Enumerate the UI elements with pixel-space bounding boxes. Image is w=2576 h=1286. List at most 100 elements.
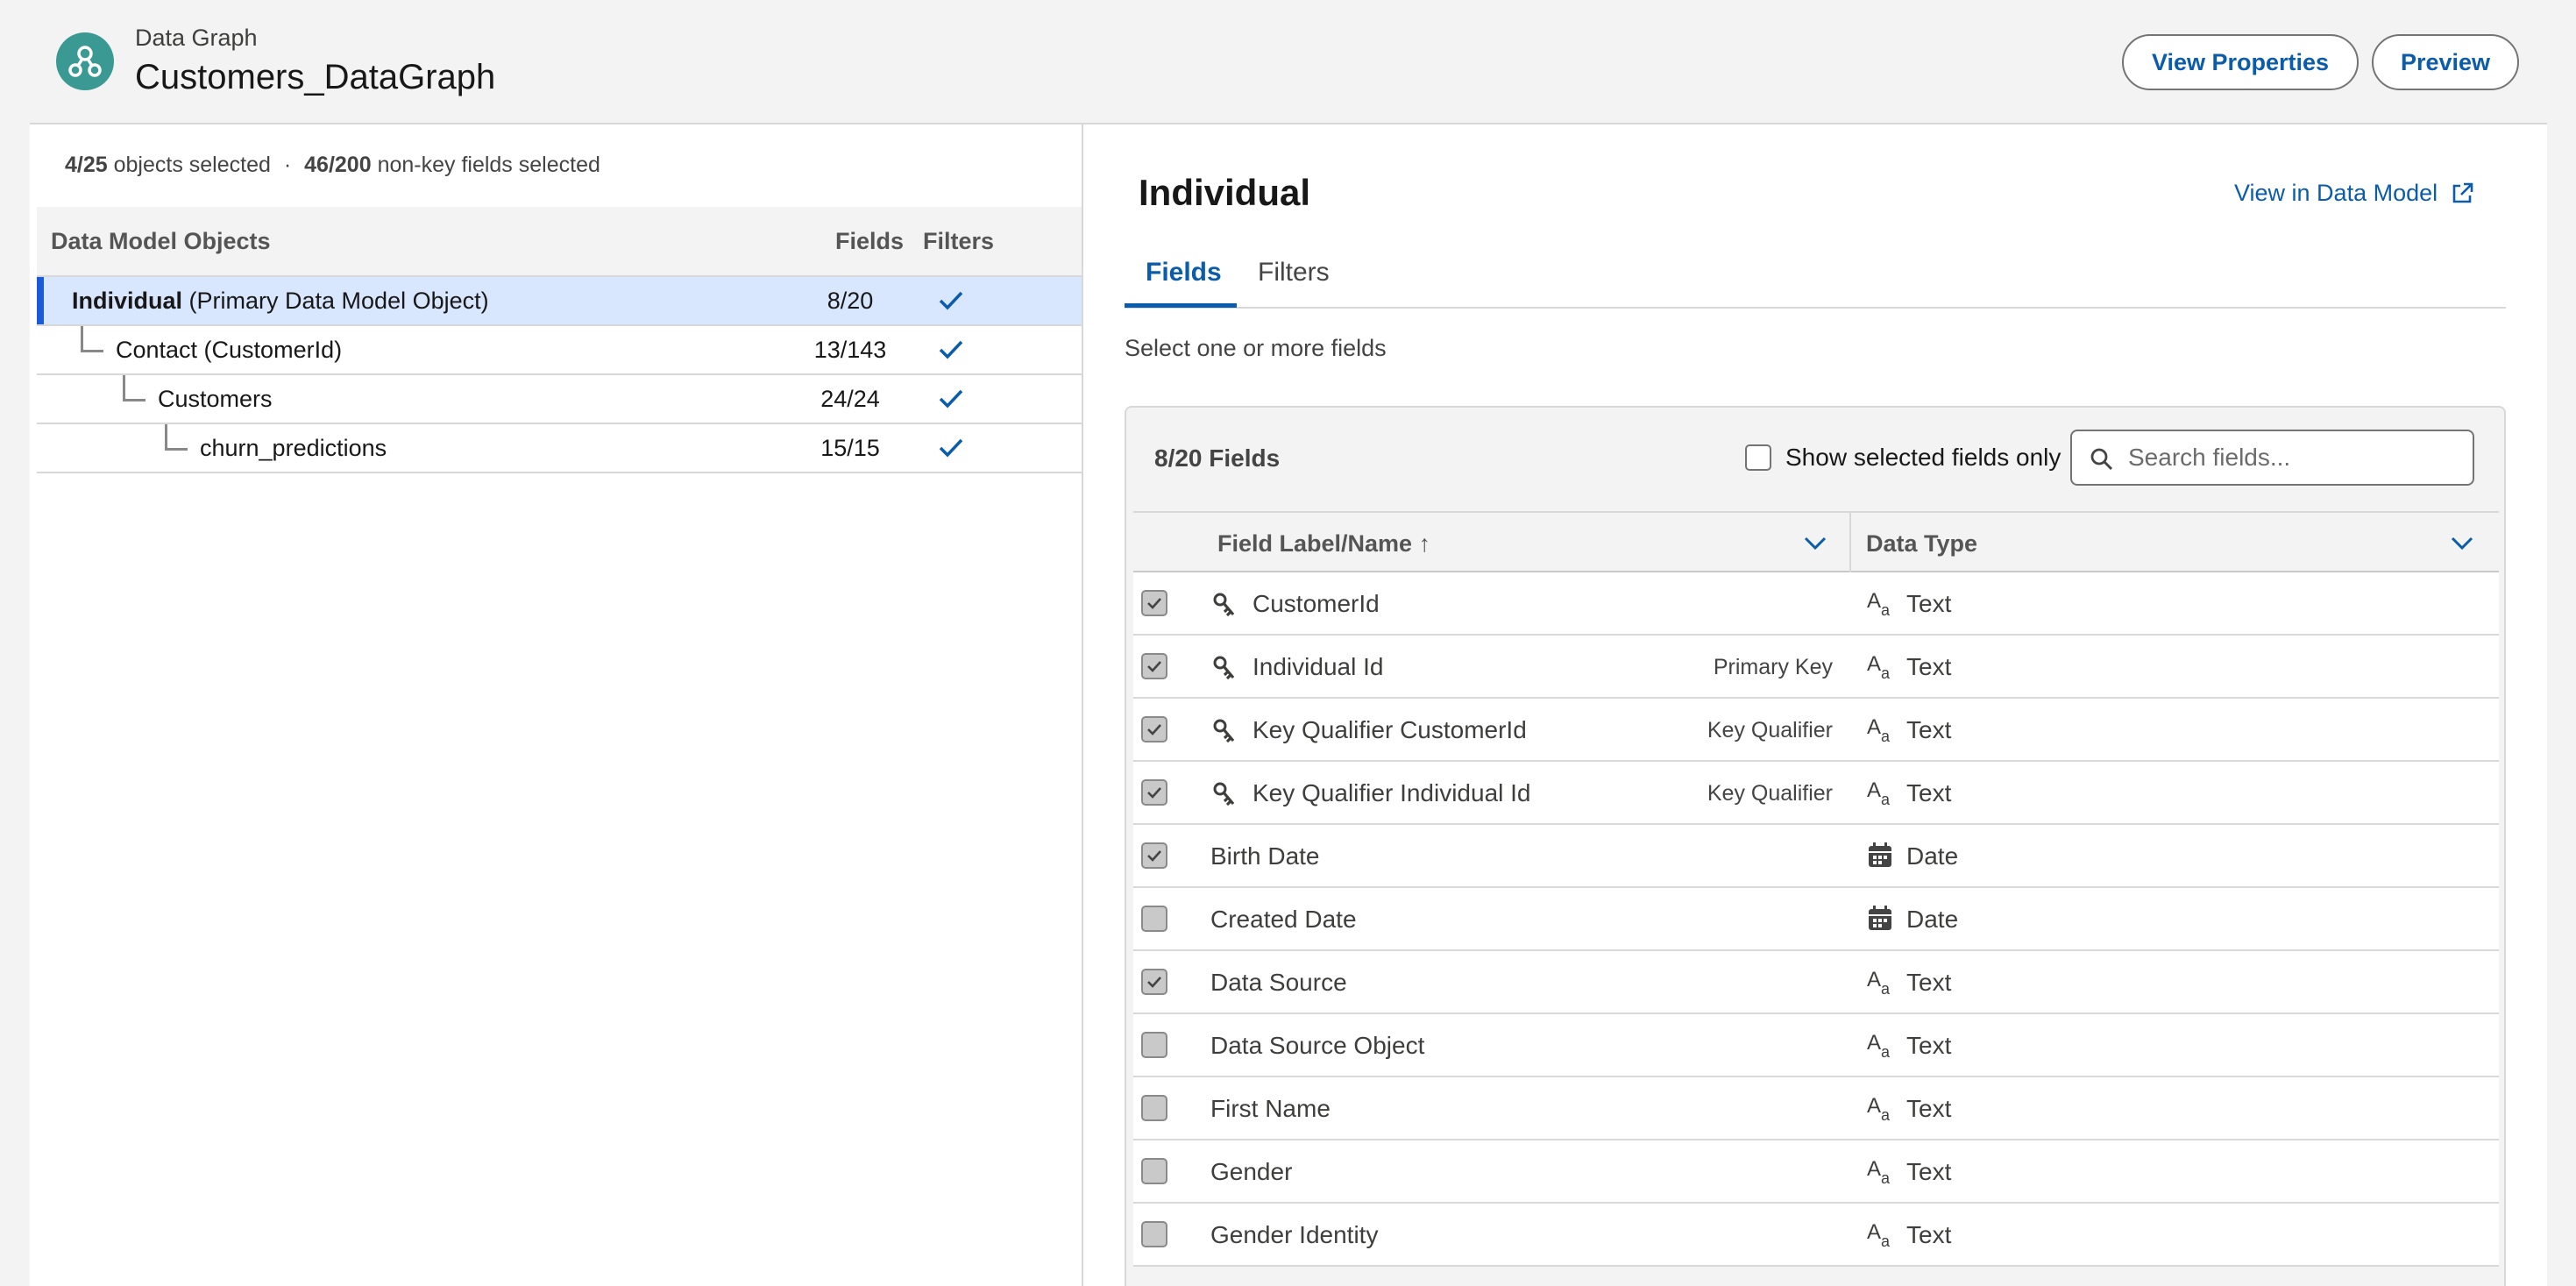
object-fields-count: 15/15 xyxy=(820,435,880,461)
svg-text:a: a xyxy=(1881,728,1891,744)
column-header-fields: Fields xyxy=(835,228,905,254)
row-checkbox[interactable] xyxy=(1141,590,1167,616)
object-name-primary: Individual xyxy=(72,288,183,314)
check-icon xyxy=(939,291,963,310)
objects-count: 4/25 xyxy=(65,153,108,177)
view-in-data-model-link[interactable]: View in Data Model xyxy=(2234,180,2474,207)
field-label: Key Qualifier CustomerId xyxy=(1253,716,1527,743)
table-row[interactable]: Key Qualifier Individual Id Key Qualifier… xyxy=(1133,762,2499,825)
field-label: Data Source xyxy=(1210,969,1347,996)
table-row[interactable]: Gender Identity Aa Text xyxy=(1133,1204,2499,1267)
table-row[interactable]: Individual Id Primary Key Aa Text xyxy=(1133,636,2499,699)
view-properties-button[interactable]: View Properties xyxy=(2122,34,2359,90)
field-data-type: Date xyxy=(1906,906,1959,933)
table-row[interactable]: Key Qualifier CustomerId Key Qualifier Aa T… xyxy=(1133,699,2499,762)
tab-fields[interactable]: Fields xyxy=(1146,258,1222,288)
svg-text:a: a xyxy=(1881,1043,1891,1060)
field-label: Gender xyxy=(1210,1158,1293,1185)
object-row-contact[interactable]: Contact (CustomerId) 13/143 xyxy=(37,326,1082,375)
fields-hint: Select one or more fields xyxy=(1125,335,1387,361)
selection-summary: 4/25 objects selected · 46/200 non-key f… xyxy=(65,153,600,178)
row-checkbox[interactable] xyxy=(1141,842,1167,869)
object-row-customers[interactable]: Customers 24/24 xyxy=(37,375,1082,424)
text-type-icon: Aa xyxy=(1867,778,1891,807)
svg-text:A: A xyxy=(1867,1220,1881,1244)
summary-separator: · xyxy=(283,153,292,177)
object-row-individual[interactable]: Individual (Primary Data Model Object) 8… xyxy=(37,277,1082,326)
field-label: Individual Id xyxy=(1253,653,1384,680)
fields-count: 8/20 Fields xyxy=(1154,444,1281,472)
search-input[interactable] xyxy=(2128,440,2461,475)
svg-text:a: a xyxy=(1881,980,1891,997)
objects-text: objects selected xyxy=(113,153,271,177)
field-data-type: Text xyxy=(1906,716,1952,743)
row-checkbox[interactable] xyxy=(1141,716,1167,742)
table-row[interactable]: CustomerId Aa Text xyxy=(1133,572,2499,636)
check-icon xyxy=(939,340,963,359)
preview-button[interactable]: Preview xyxy=(2372,34,2519,90)
text-type-icon: Aa xyxy=(1867,1220,1891,1249)
chevron-down-icon[interactable] xyxy=(1803,532,1827,553)
row-checkbox[interactable] xyxy=(1141,1221,1167,1247)
check-icon xyxy=(939,389,963,409)
svg-text:A: A xyxy=(1867,589,1881,613)
fields-grid-header: Field Label/Name ↑ Data Type xyxy=(1133,511,2499,572)
show-selected-toggle[interactable]: Show selected fields only xyxy=(1745,444,2061,472)
svg-text:A: A xyxy=(1867,968,1881,991)
field-label: Created Date xyxy=(1210,906,1357,933)
object-name: Contact (CustomerId) xyxy=(116,337,343,363)
field-data-type: Text xyxy=(1906,1095,1952,1122)
tab-filters[interactable]: Filters xyxy=(1258,258,1330,288)
text-type-icon: Aa xyxy=(1867,1094,1891,1123)
row-checkbox[interactable] xyxy=(1141,1158,1167,1184)
svg-text:a: a xyxy=(1881,791,1891,807)
row-checkbox[interactable] xyxy=(1141,969,1167,995)
column-separator[interactable] xyxy=(1849,513,1851,572)
key-icon xyxy=(1213,782,1235,806)
object-fields-count: 8/20 xyxy=(827,288,874,314)
page-eyebrow: Data Graph xyxy=(135,25,258,51)
external-link-icon xyxy=(2452,182,2473,202)
detail-tabs: Fields Filters xyxy=(1125,245,2506,309)
page-title: Customers_DataGraph xyxy=(135,58,496,96)
object-detail-title: Individual xyxy=(1139,172,1311,213)
row-checkbox[interactable] xyxy=(1141,1032,1167,1058)
calendar-icon xyxy=(1869,906,1891,930)
search-fields[interactable] xyxy=(2070,430,2474,486)
table-row[interactable]: Birth Date Date xyxy=(1133,825,2499,888)
tree-connector xyxy=(81,326,103,352)
show-selected-label: Show selected fields only xyxy=(1785,444,2062,471)
field-data-type: Text xyxy=(1906,969,1952,996)
fields-text: non-key fields selected xyxy=(377,153,600,177)
object-fields-count: 24/24 xyxy=(820,386,880,412)
svg-text:A: A xyxy=(1867,715,1881,739)
table-row[interactable]: Created Date Date xyxy=(1133,888,2499,951)
show-selected-checkbox[interactable] xyxy=(1745,444,1771,471)
view-in-data-model-label: View in Data Model xyxy=(2234,180,2438,206)
field-label: Data Source Object xyxy=(1210,1032,1425,1059)
object-row-churn-predictions[interactable]: churn_predictions 15/15 xyxy=(37,424,1082,473)
row-checkbox[interactable] xyxy=(1141,779,1167,806)
row-checkbox[interactable] xyxy=(1141,1095,1167,1121)
row-checkbox[interactable] xyxy=(1141,653,1167,679)
row-checkbox[interactable] xyxy=(1141,906,1167,932)
field-data-type: Text xyxy=(1906,1158,1952,1185)
table-row[interactable]: Data Source Object Aa Text xyxy=(1133,1014,2499,1077)
checkmark-icon xyxy=(1147,850,1161,862)
column-header-data-type[interactable]: Data Type xyxy=(1866,530,1977,558)
field-label: Gender Identity xyxy=(1210,1221,1379,1248)
check-icon xyxy=(939,438,963,458)
active-tab-indicator xyxy=(1125,303,1237,308)
chevron-down-icon[interactable] xyxy=(2450,532,2474,553)
field-data-type: Date xyxy=(1906,842,1959,870)
tree-connector xyxy=(165,424,188,451)
table-row[interactable]: First Name Aa Text xyxy=(1133,1077,2499,1140)
table-row[interactable]: Gender Aa Text xyxy=(1133,1140,2499,1204)
column-header-field-label[interactable]: Field Label/Name ↑ xyxy=(1217,530,1430,558)
table-row[interactable]: Data Source Aa Text xyxy=(1133,951,2499,1014)
text-type-icon: Aa xyxy=(1867,1157,1891,1186)
svg-text:A: A xyxy=(1867,778,1881,802)
checkmark-icon xyxy=(1147,598,1161,609)
svg-text:a: a xyxy=(1881,664,1891,681)
panel-divider[interactable] xyxy=(1082,123,1083,1286)
